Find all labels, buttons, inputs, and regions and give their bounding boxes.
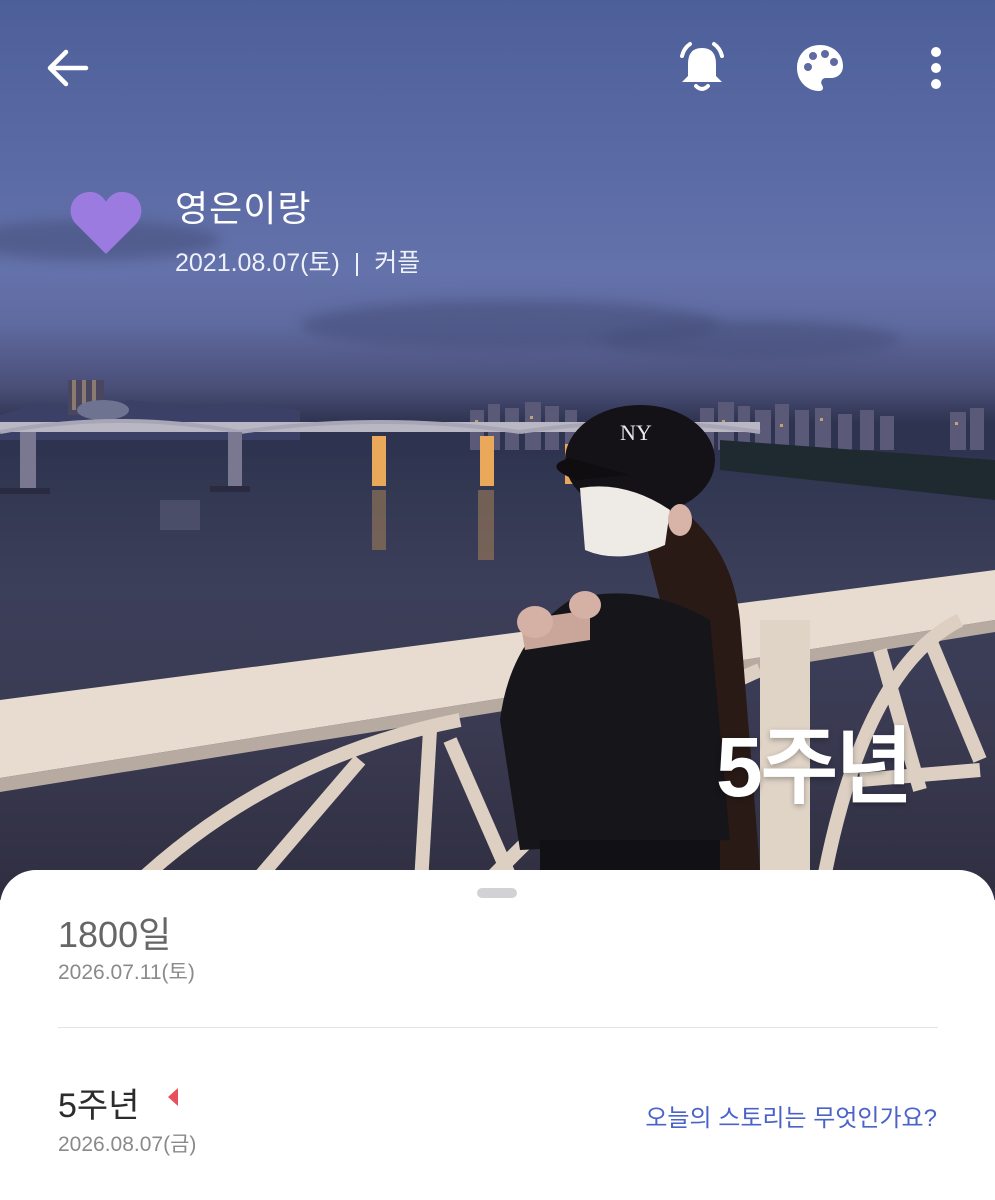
cloud [600,320,900,360]
sheet-drag-handle[interactable] [477,888,517,898]
theme-button[interactable] [790,38,850,98]
anniversary-date: 2026.08.07(금) [58,1133,197,1156]
day-count-date: 2026.07.11(토) [58,961,195,984]
bell-icon [680,42,724,91]
triangle-marker-icon [168,1088,178,1106]
more-vertical-icon [931,47,941,89]
bottom-sheet[interactable]: 1800일 2026.07.11(토) 5주년 2026.08.07(금) 오늘… [0,870,995,1200]
notification-button[interactable] [672,38,732,98]
back-button[interactable] [38,38,98,98]
couple-name: 영은이랑 [175,189,312,230]
start-date: 2021.08.07(토) [175,249,340,277]
anniversary-title: 5주년 [58,1087,140,1125]
heart-icon [70,191,142,254]
palette-icon [797,45,843,91]
divider [58,1027,938,1028]
separator: | [353,249,361,277]
photo-overlay-title: 5주년 [716,720,913,814]
person-photo: NY [500,405,760,900]
couple-subtitle: 2021.08.07(토) | 커플 [175,243,420,279]
story-prompt-link[interactable]: 오늘의 스토리는 무엇인가요? [645,1098,937,1133]
relationship-type: 커플 [374,249,421,277]
more-button[interactable] [906,38,966,98]
arrow-left-icon [47,49,89,87]
day-count-title: 1800일 [58,914,172,955]
svg-text:NY: NY [620,420,652,445]
